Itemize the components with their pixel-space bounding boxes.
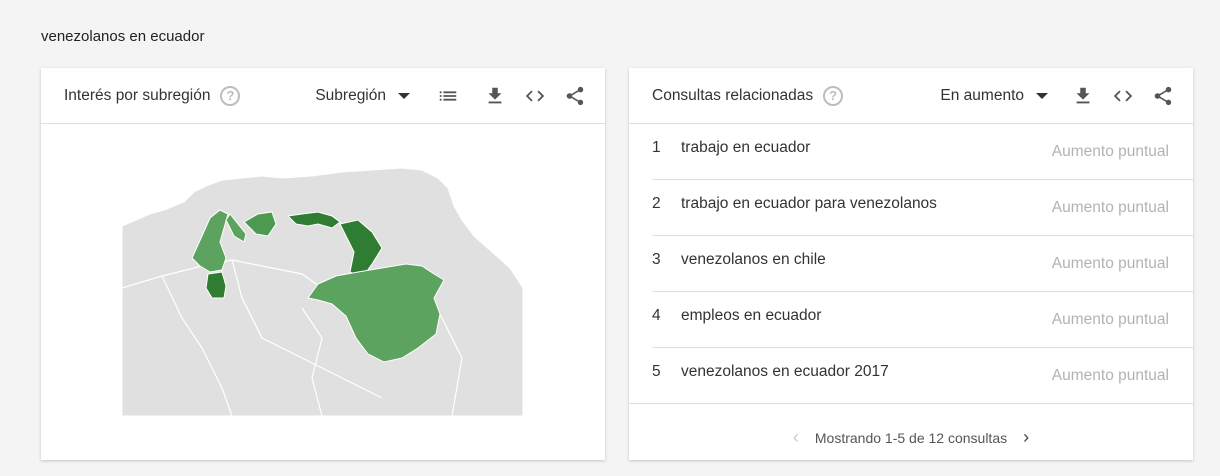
chevron-left-icon[interactable]: ‹ bbox=[793, 427, 799, 448]
query-row[interactable]: 1 trabajo en ecuador Aumento puntual bbox=[629, 124, 1193, 180]
query-text[interactable]: empleos en ecuador bbox=[681, 307, 821, 325]
help-icon[interactable]: ? bbox=[220, 85, 241, 106]
query-list: 1 trabajo en ecuador Aumento puntual 2 t… bbox=[629, 124, 1193, 404]
dropdown-label: Subregión bbox=[315, 86, 386, 104]
query-row[interactable]: 4 empleos en ecuador Aumento puntual bbox=[629, 292, 1193, 348]
card-title: Consultas relacionadas bbox=[652, 86, 814, 104]
card-title: Interés por subregión bbox=[64, 86, 211, 104]
caret-down-icon bbox=[1036, 92, 1048, 99]
help-icon[interactable]: ? bbox=[823, 85, 844, 106]
query-value: Aumento puntual bbox=[1051, 255, 1169, 272]
query-value: Aumento puntual bbox=[1051, 143, 1169, 160]
row-number: 4 bbox=[652, 307, 661, 324]
list-icon[interactable] bbox=[436, 84, 460, 108]
subregion-dropdown[interactable]: Subregión bbox=[315, 87, 410, 105]
code-icon[interactable] bbox=[523, 84, 547, 108]
query-row[interactable]: 3 venezolanos en chile Aumento puntual bbox=[629, 236, 1193, 292]
code-icon[interactable] bbox=[1111, 84, 1135, 108]
query-value: Aumento puntual bbox=[1051, 311, 1169, 328]
subregion-map[interactable] bbox=[122, 148, 523, 416]
query-text[interactable]: venezolanos en chile bbox=[681, 251, 826, 269]
query-value: Aumento puntual bbox=[1051, 367, 1169, 384]
query-text[interactable]: venezolanos en ecuador 2017 bbox=[681, 363, 889, 381]
query-row[interactable]: 2 trabajo en ecuador para venezolanos Au… bbox=[629, 180, 1193, 236]
pager-text: Mostrando 1-5 de 12 consultas bbox=[814, 429, 1008, 446]
row-number: 2 bbox=[652, 195, 661, 212]
query-value: Aumento puntual bbox=[1051, 199, 1169, 216]
rising-dropdown[interactable]: En aumento bbox=[940, 87, 1048, 105]
share-icon[interactable] bbox=[1151, 84, 1175, 108]
row-number: 5 bbox=[652, 363, 661, 380]
download-icon[interactable] bbox=[1071, 84, 1095, 108]
card-header: Consultas relacionadas ? En aumento bbox=[629, 68, 1193, 124]
download-icon[interactable] bbox=[483, 84, 507, 108]
share-icon[interactable] bbox=[563, 84, 587, 108]
caret-down-icon bbox=[398, 92, 410, 99]
dropdown-label: En aumento bbox=[940, 86, 1024, 104]
related-queries-card: Consultas relacionadas ? En aumento 1 tr… bbox=[629, 68, 1193, 460]
card-header: Interés por subregión ? Subregión bbox=[41, 68, 605, 124]
query-text[interactable]: trabajo en ecuador bbox=[681, 139, 810, 157]
query-row[interactable]: 5 venezolanos en ecuador 2017 Aumento pu… bbox=[629, 348, 1193, 404]
row-number: 1 bbox=[652, 139, 661, 156]
interest-by-subregion-card: Interés por subregión ? Subregión bbox=[41, 68, 605, 460]
pagination: ‹ Mostrando 1-5 de 12 consultas › bbox=[629, 427, 1193, 448]
query-text[interactable]: trabajo en ecuador para venezolanos bbox=[681, 195, 937, 213]
search-term-title: venezolanos en ecuador bbox=[41, 28, 205, 45]
chevron-right-icon[interactable]: › bbox=[1023, 427, 1029, 448]
row-number: 3 bbox=[652, 251, 661, 268]
